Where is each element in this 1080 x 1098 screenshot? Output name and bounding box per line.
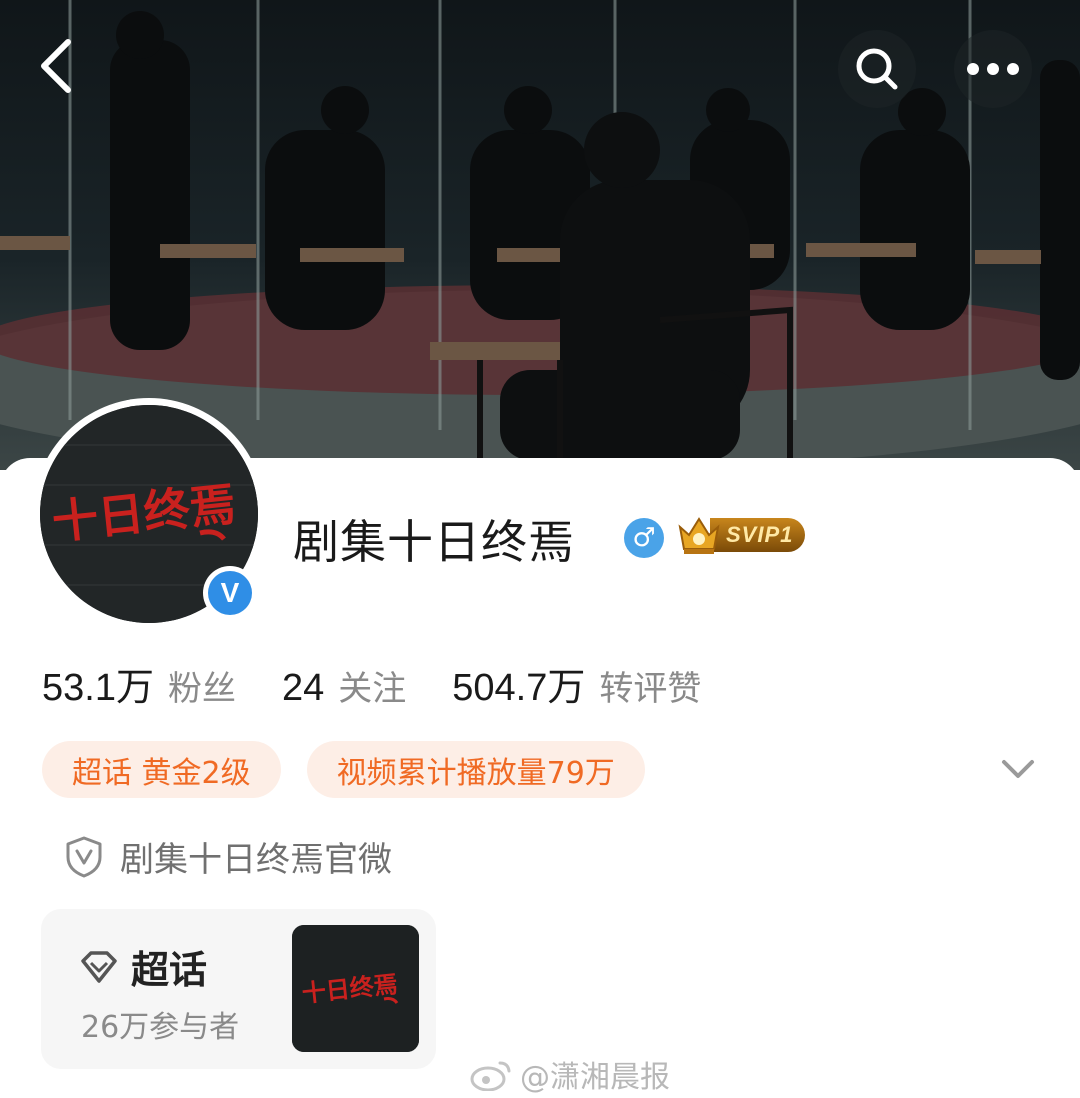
search-button[interactable] <box>838 30 916 108</box>
chevron-left-icon <box>41 39 71 93</box>
svip-label: SVIP1 <box>710 518 806 552</box>
expand-button[interactable] <box>996 752 1040 788</box>
male-gender-icon: ♂ <box>624 518 664 558</box>
diamond-icon <box>81 950 117 983</box>
stat-value: 53.1万 <box>42 667 154 709</box>
topic-title-row: 超话 <box>79 939 207 994</box>
weibo-logo-icon <box>470 1061 511 1091</box>
topic-thumbnail: 十日终焉 <box>292 925 419 1052</box>
profile-name: 剧集十日终焉 <box>293 515 575 569</box>
stat-following[interactable]: 24 关注 <box>282 661 406 710</box>
stats-row: 53.1万 粉丝 24 关注 504.7万 转评赞 <box>42 656 747 711</box>
verified-icon: V <box>208 571 252 615</box>
verified-badge: V <box>203 566 257 620</box>
super-topic-card[interactable]: 超话 26万参与者 十日终焉 <box>41 909 436 1069</box>
chevron-down-icon <box>1002 760 1034 778</box>
official-label: 剧集十日终焉官微 <box>120 840 392 880</box>
tag-super-topic-level[interactable]: 超话 黄金2级 <box>42 741 281 798</box>
stat-value: 504.7万 <box>452 667 586 709</box>
shield-icon <box>66 836 102 877</box>
stat-interactions[interactable]: 504.7万 转评赞 <box>452 656 701 711</box>
drama-logo: 十日终焉 <box>292 925 419 1052</box>
stat-label: 转评赞 <box>599 669 702 709</box>
back-button[interactable] <box>34 36 80 96</box>
topic-title: 超话 <box>131 948 208 992</box>
tags-row: 超话 黄金2级 视频累计播放量79万 <box>42 741 671 798</box>
stat-label: 粉丝 <box>167 669 236 709</box>
stat-followers[interactable]: 53.1万 粉丝 <box>42 656 236 711</box>
watermark: @潇湘晨报 <box>470 1052 670 1096</box>
tag-video-plays[interactable]: 视频累计播放量79万 <box>306 741 645 798</box>
search-icon <box>856 48 898 90</box>
stat-value: 24 <box>281 667 325 709</box>
svip-badge[interactable]: SVIP1 <box>676 515 806 555</box>
watermark-text: @潇湘晨报 <box>520 1060 670 1095</box>
crown-icon <box>678 517 720 554</box>
stat-label: 关注 <box>338 669 407 709</box>
official-account-row: 剧集十日终焉官微 <box>64 832 392 881</box>
more-horizontal-icon <box>967 63 1019 75</box>
topic-participants: 26万参与者 <box>81 1010 240 1045</box>
more-button[interactable] <box>954 30 1032 108</box>
